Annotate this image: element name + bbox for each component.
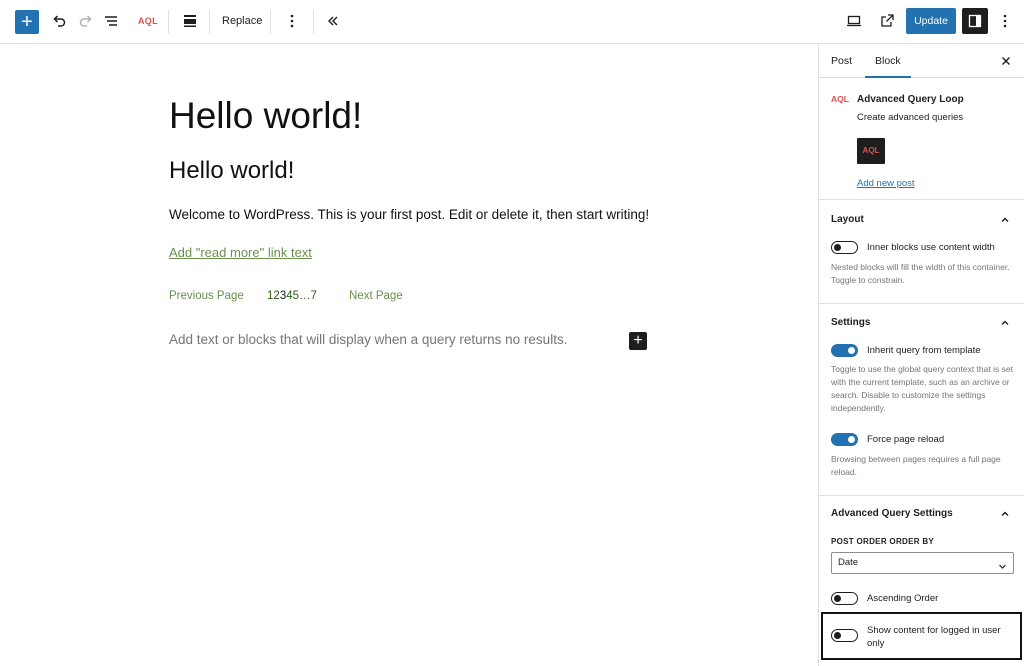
post-excerpt[interactable]: Welcome to WordPress. This is your first… [169,207,649,222]
block-options-icon[interactable] [283,12,301,30]
add-block-button[interactable]: + [15,10,39,34]
post-title-heading[interactable]: Hello world! [169,95,362,137]
settings-sidebar: Post Block AQL Advanced Query Loop Creat… [818,44,1024,666]
settings-panel-title[interactable]: Settings [831,317,870,328]
order-by-label: POST ORDER ORDER BY [831,537,935,546]
aql-logo: AQL [857,138,885,164]
chevron-up-icon[interactable] [999,213,1011,225]
toolbar-divider [270,10,271,34]
tab-post[interactable]: Post [831,44,852,78]
toolbar-divider [313,10,314,34]
preview-icon[interactable] [845,12,863,30]
chevron-down-icon [998,559,1007,569]
block-card-title: Advanced Query Loop [857,94,964,105]
page-ellipsis: … [299,290,311,302]
post-heading[interactable]: Hello world! [169,157,294,185]
toolbar-divider [209,10,210,34]
close-icon[interactable] [999,54,1013,68]
read-more-link[interactable]: Add "read more" link text [169,245,312,260]
pagination-numbers: 1 2 3 4 5 … 7 [267,290,317,302]
add-new-post-link[interactable]: Add new post [857,178,915,189]
block-type-aql-icon[interactable]: AQL [138,14,158,28]
collapse-toolbar-icon[interactable] [324,12,342,30]
ascending-order-toggle[interactable] [831,592,858,605]
toolbar-divider [168,10,169,34]
layout-panel-title[interactable]: Layout [831,214,864,225]
chevron-up-icon[interactable] [999,507,1011,519]
force-reload-toggle[interactable] [831,433,858,446]
replace-button[interactable]: Replace [222,13,262,29]
undo-icon[interactable] [50,12,68,30]
layout-panel: Layout Inner blocks use content width Ne… [819,200,1024,304]
editor-canvas [0,44,818,666]
page-number[interactable]: 7 [311,290,317,302]
order-by-select[interactable]: Date [831,552,1014,574]
editor-toolbar: + AQL Replace Update [0,0,1024,44]
inherit-query-toggle[interactable] [831,344,858,357]
block-card-description: Create advanced queries [857,112,964,123]
options-menu-icon[interactable] [996,12,1014,30]
view-post-icon[interactable] [878,12,896,30]
settings-panel: Settings Inherit query from template Tog… [819,304,1024,496]
settings-sidebar-icon[interactable] [962,8,988,34]
aql-block-icon: AQL [831,94,849,104]
block-card: AQL Advanced Query Loop Create advanced … [819,78,1024,200]
previous-page-link[interactable]: Previous Page [169,290,244,302]
redo-icon[interactable] [77,12,95,30]
highlight-outline [821,612,1022,660]
align-icon[interactable] [183,13,197,29]
tab-block[interactable]: Block [865,44,911,78]
next-page-link[interactable]: Next Page [349,290,403,302]
force-reload-help-text: Browsing between pages requires a full p… [831,454,1001,477]
inherit-query-help-text: Toggle to use the global query context t… [831,364,1013,413]
order-by-value: Date [838,557,859,568]
force-reload-toggle-label: Force page reload [867,434,945,445]
chevron-up-icon[interactable] [999,316,1011,328]
inherit-query-toggle-label: Inherit query from template [867,345,981,356]
sidebar-tabs: Post Block [819,44,1024,78]
inner-blocks-toggle-label: Inner blocks use content width [867,242,995,253]
list-view-icon[interactable] [102,12,120,30]
ascending-order-toggle-label: Ascending Order [867,593,939,604]
no-results-placeholder[interactable]: Add text or blocks that will display whe… [169,332,567,347]
update-button[interactable]: Update [906,8,956,34]
inner-blocks-toggle[interactable] [831,241,858,254]
block-inserter-button[interactable]: + [629,332,647,350]
layout-help-text: Nested blocks will fill the width of thi… [831,262,1010,285]
advanced-panel-title[interactable]: Advanced Query Settings [831,508,953,519]
